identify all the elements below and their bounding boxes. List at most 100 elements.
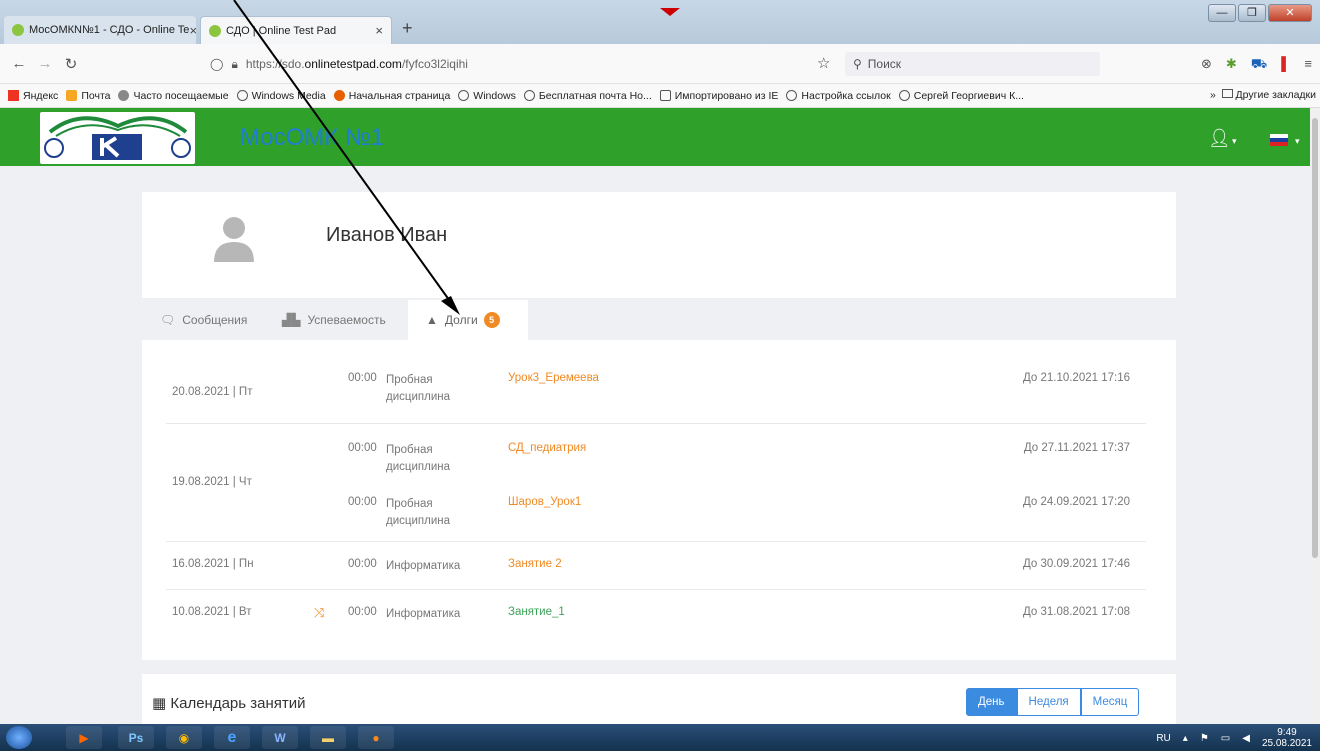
firefox-icon[interactable]: ● [358,726,394,749]
folder-icon [1221,89,1233,98]
page-content: Иванов Иван 🗨︎ Сообщения ▟▙ Успеваемость… [0,166,1310,724]
tab-messages[interactable]: 🗨︎ Сообщения [160,300,247,340]
shuffle-icon: ⤨ [314,605,325,620]
close-tab-icon[interactable]: × [375,23,383,38]
url-bar[interactable]: ◯ 🔒︎ https://sdo. onlinetestpad.com/fyfco… [210,52,810,76]
lock-icon: 🔒︎ [231,56,238,71]
cart-icon[interactable]: ⛟ [1251,56,1267,74]
debt-time: 00:00 [348,606,377,618]
bookmark-item[interactable]: Импортировано из IE [659,90,778,102]
user-name: Иванов Иван [326,224,448,246]
globe-icon [786,90,798,101]
college-logo[interactable] [40,112,195,164]
browser-tab-2[interactable]: СДО | Online Test Pad × [200,16,392,44]
media-player-icon[interactable]: ▶ [66,726,102,749]
taskbar: ▶ Ps ◉ e W ▬ ● RU ▴ ⚑ ▭ ◀ 9:49 25.08.202… [0,724,1320,751]
debt-test-link[interactable]: СД_педиатрия [508,442,586,454]
reload-icon[interactable]: ↻ [58,55,84,73]
other-bookmarks[interactable]: » Другие закладки [1210,89,1316,101]
extension-icon[interactable]: ✱ [1226,56,1237,74]
day-view-button[interactable]: День [966,688,1017,716]
debt-day-row: 16.08.2021 | Пн 00:00 Информатика Заняти… [166,542,1146,590]
chevron-down-icon[interactable]: ▾ [1295,136,1300,147]
debt-discipline: Пробная дисциплина [386,498,451,527]
browser-tab-title: СДО | Online Test Pad [226,24,337,37]
minimize-button[interactable]: — [1208,4,1236,22]
debt-discipline: Пробная дисциплина [386,444,451,473]
url-prefix: https://sdo. [245,57,305,71]
debts-list: 20.08.2021 | Пт 00:00 Пробная дисциплина… [142,340,1176,660]
chevron-right-icon: » [1209,89,1216,101]
screen: МосОМКN№1 - СДО - Online Te × СДО | Onli… [0,0,1320,751]
site-header: МосОМК №1 👤︎ ▾ ▾ [0,108,1320,166]
bookmark-item[interactable]: Настройка ссылок [786,90,891,102]
maximize-button[interactable]: ❐ [1238,4,1266,22]
bookmark-item[interactable]: Часто посещаемые [118,90,229,102]
new-tab-button[interactable]: + [402,18,413,39]
start-button-icon[interactable] [6,726,32,749]
tab-debts[interactable]: ▲ Долги 5 [408,300,528,340]
close-tab-icon[interactable]: × [189,23,196,38]
photoshop-icon[interactable]: Ps [118,726,154,749]
toolbar-icons: ⊗ ✱ ⛟ ▌ ≡ [1201,56,1312,74]
bookmark-item[interactable]: Windows Media [236,90,326,102]
site-title[interactable]: МосОМК №1 [240,124,384,152]
language-indicator[interactable]: RU [1156,733,1170,744]
chrome-icon[interactable]: ◉ [166,726,202,749]
profile-card: Иванов Иван [142,192,1176,298]
menu-icon[interactable]: ≡ [1304,56,1312,74]
bookmark-star-icon[interactable]: ☆ [817,54,830,72]
bookmark-item[interactable]: Сергей Георгиевич К... [898,90,1024,102]
bookmark-item[interactable]: Windows [458,90,516,102]
browser-tab-1[interactable]: МосОМКN№1 - СДО - Online Te × [4,16,196,44]
back-arrow-icon[interactable]: ← [6,55,32,72]
bookmark-item[interactable]: Начальная страница [333,90,450,102]
scrollbar-thumb[interactable] [1312,118,1318,558]
debt-test-link[interactable]: Занятие_1 [508,606,565,618]
favicon-icon [12,24,24,36]
globe-icon [458,90,470,101]
network-icon[interactable]: ▭ [1221,733,1230,744]
word-icon[interactable]: W [262,726,298,749]
calendar-card: ▦ Календарь занятий День Неделя Месяц [142,674,1176,724]
close-window-button[interactable]: ✕ [1268,4,1312,22]
week-view-button[interactable]: Неделя [1016,688,1081,716]
tab-progress[interactable]: ▟▙ Успеваемость [282,300,386,340]
debt-test-link[interactable]: Урок3_Еремеева [508,372,599,384]
tray-arrow-icon[interactable]: ▴ [1183,733,1188,744]
debt-time: 00:00 [348,372,377,384]
area-chart-icon: ▟▙ [282,313,301,327]
forward-arrow-icon[interactable]: → [32,55,58,72]
bookmark-item[interactable]: Яндекс [8,90,58,102]
bookmark-item[interactable]: Бесплатная почта Ho... [523,90,652,102]
chevron-down-icon[interactable]: ▾ [1232,136,1237,147]
warning-icon: ▲ [426,313,438,327]
debt-discipline: Информатика [386,560,461,572]
search-input[interactable]: ⚲ Поиск [845,52,1100,76]
search-placeholder: Поиск [867,57,902,71]
bookmark-item[interactable]: Почта [66,90,110,102]
flag-icon[interactable]: ⚑ [1200,733,1209,744]
chat-icon: 🗨︎ [160,313,176,327]
profile-tabs: 🗨︎ Сообщения ▟▙ Успеваемость ▲ Долги 5 [142,300,1176,340]
volume-icon[interactable]: ◀ [1242,733,1250,744]
yandex-icon [8,90,19,101]
debt-due: До 31.08.2021 17:08 [1022,606,1130,618]
calendar-view-switch: День Неделя Месяц [966,688,1140,716]
browser-tab-title: МосОМКN№1 - СДО - Online Te [29,24,190,36]
language-flag-icon[interactable] [1270,134,1288,146]
avatar [214,217,254,262]
explorer-folder-icon[interactable]: ▬ [310,726,346,749]
clock[interactable]: 9:49 25.08.2021 [1262,727,1312,749]
user-menu-icon[interactable]: 👤︎ [1208,128,1231,149]
internet-explorer-icon[interactable]: e [214,726,250,749]
globe-icon [236,90,248,101]
gear-icon [118,90,130,101]
debt-test-link[interactable]: Шаров_Урок1 [508,496,581,508]
flag-icon[interactable]: ▌ [1281,56,1290,74]
pocket-icon[interactable]: ⊗ [1201,56,1212,74]
month-view-button[interactable]: Месяц [1080,688,1140,716]
debt-test-link[interactable]: Занятие 2 [508,558,562,570]
folder-icon [659,90,671,101]
window-controls: — ❐ ✕ [1208,4,1312,22]
